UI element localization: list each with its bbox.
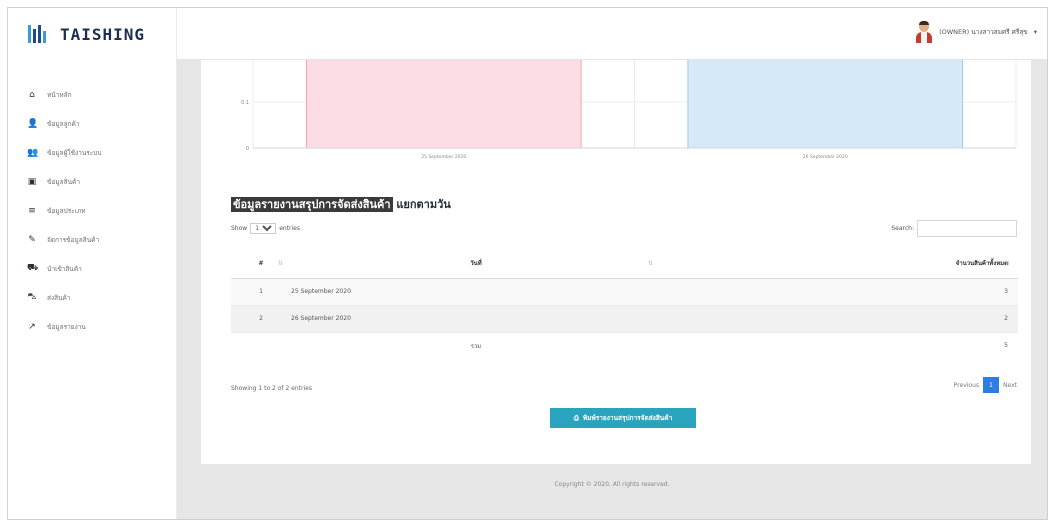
- sidebar-item-label: ส่งสินค้า: [47, 293, 71, 302]
- y-tick-label: 0: [246, 146, 249, 152]
- sidebar-item-products[interactable]: ▣ ข้อมูลสินค้า: [8, 167, 176, 196]
- user-menu[interactable]: (OWNER) นางสาวสมศรี ศรีสุข ▾: [915, 21, 1037, 43]
- row-qty: 2: [661, 304, 1018, 332]
- table-info: Showing 1 to 2 of 2 entries: [231, 385, 312, 392]
- sort-icon: ⇅: [647, 260, 653, 267]
- length-label-before: Show: [231, 225, 248, 232]
- row-number: 1: [231, 277, 291, 305]
- sidebar-item-shipping[interactable]: ⛍ ส่งสินค้า: [8, 283, 176, 312]
- page-1-button[interactable]: 1: [983, 377, 1000, 393]
- page-title: ข้อมูลรายงานสรุปการจัดส่งสินค้า แยกตามวั…: [231, 195, 451, 213]
- entries-length-control: Show 10 entries: [231, 223, 300, 234]
- topbar: (OWNER) นางสาวสมศรี ศรีสุข ▾: [177, 8, 1047, 60]
- entries-select[interactable]: 10: [250, 223, 277, 234]
- sidebar-item-label: ข้อมูลประเภท: [47, 206, 86, 215]
- print-icon: ⎙: [573, 413, 579, 422]
- brand[interactable]: TAISHING: [8, 8, 176, 60]
- page-title-rest: แยกตามวัน: [392, 198, 451, 211]
- column-header-no[interactable]: # ⇅: [231, 249, 291, 279]
- sidebar-item-label: จัดการข้อมูลสินค้า: [47, 235, 100, 244]
- chart-icon: ↗: [28, 321, 36, 332]
- table-header-row: # ⇅ วันที่ ⇅ จำนวนสินค้าทั้งหมด ⇅: [231, 249, 1018, 279]
- row-qty: 3: [661, 277, 1018, 305]
- list-icon: ≡: [28, 205, 36, 216]
- main-content: 0 0.1 25 September 2020 26 September 2020 ข…: [177, 60, 1047, 519]
- row-date: 25 September 2020: [291, 277, 661, 305]
- app-window: TAISHING ⌂ หน้าหลัก 👤 ข้อมูลลูกค้า 👥 ข้อมูล…: [7, 7, 1048, 520]
- copyright-text: Copyright © 2020, All rights reserved.: [554, 480, 670, 488]
- cart-icon: ⛟: [27, 263, 39, 273]
- sidebar: TAISHING ⌂ หน้าหลัก 👤 ข้อมูลลูกค้า 👥 ข้อมูล…: [8, 8, 177, 519]
- column-header-total-qty[interactable]: จำนวนสินค้าทั้งหมด ⇅: [661, 249, 1018, 279]
- summary-table: # ⇅ วันที่ ⇅ จำนวนสินค้าทั้งหมด ⇅ 1 25 Sept…: [231, 249, 1018, 359]
- sort-icon: ⇅: [277, 260, 283, 267]
- next-page-button[interactable]: Next: [1003, 382, 1017, 389]
- sidebar-item-manage-products[interactable]: ✎ จัดการข้อมูลสินค้า: [8, 225, 176, 254]
- sidebar-item-label: หน้าหลัก: [47, 90, 72, 99]
- box-icon: ▣: [27, 176, 37, 187]
- truck-icon: ⛍: [27, 292, 37, 302]
- sidebar-item-label: นำเข้าสินค้า: [47, 264, 82, 273]
- sidebar-item-label: ข้อมูลสินค้า: [47, 177, 81, 186]
- users-icon: 👥: [27, 147, 39, 158]
- chevron-down-icon: ▾: [1033, 28, 1037, 36]
- bar: [305, 60, 582, 149]
- home-icon: ⌂: [29, 89, 35, 100]
- print-report-button[interactable]: ⎙ พิมพ์รายงานสรุปการจัดส่งสินค้า: [550, 408, 696, 428]
- sidebar-item-label: ข้อมูลรายงาน: [47, 322, 86, 331]
- sidebar-item-home[interactable]: ⌂ หน้าหลัก: [8, 80, 176, 109]
- shipping-bar-chart: 0 0.1 25 September 2020 26 September 2020: [241, 60, 1017, 160]
- sidebar-item-label: ข้อมูลลูกค้า: [47, 119, 80, 128]
- pagination: Previous 1 Next: [954, 377, 1017, 393]
- avatar: [915, 21, 933, 43]
- row-date: 26 September 2020: [291, 304, 661, 332]
- search-label: Search:: [891, 225, 914, 232]
- user-icon: 👤: [27, 118, 39, 129]
- column-header-date[interactable]: วันที่ ⇅: [291, 249, 661, 279]
- sidebar-item-system-users[interactable]: 👥 ข้อมูลผู้ใช้งานระบบ: [8, 138, 176, 167]
- sidebar-item-customers[interactable]: 👤 ข้อมูลลูกค้า: [8, 109, 176, 138]
- report-card: 0 0.1 25 September 2020 26 September 2020 ข…: [201, 60, 1031, 464]
- total-label: รวม: [291, 331, 661, 359]
- search-input[interactable]: [917, 220, 1017, 237]
- y-tick-label: 0.1: [241, 100, 249, 106]
- length-label-after: entries: [279, 225, 301, 232]
- brand-name: TAISHING: [60, 24, 146, 44]
- brand-logo-icon: [28, 24, 54, 44]
- table-search: Search:: [891, 220, 1017, 237]
- table-row: 2 26 September 2020 2: [231, 304, 1018, 332]
- sidebar-item-categories[interactable]: ≡ ข้อมูลประเภท: [8, 196, 176, 225]
- x-tick-label: 26 September 2020: [803, 154, 848, 160]
- page-title-highlight: ข้อมูลรายงานสรุปการจัดส่งสินค้า: [231, 197, 393, 212]
- print-report-label: พิมพ์รายงานสรุปการจัดส่งสินค้า: [582, 414, 673, 422]
- sidebar-item-label: ข้อมูลผู้ใช้งานระบบ: [47, 148, 102, 157]
- sidebar-item-import[interactable]: ⛟ นำเข้าสินค้า: [8, 254, 176, 283]
- user-name: (OWNER) นางสาวสมศรี ศรีสุข: [939, 28, 1028, 36]
- table-total-row: รวม 5: [231, 331, 1018, 359]
- sidebar-nav: ⌂ หน้าหลัก 👤 ข้อมูลลูกค้า 👥 ข้อมูลผู้ใช้งาน…: [8, 60, 176, 341]
- total-value: 5: [661, 331, 1018, 359]
- bar: [687, 60, 964, 149]
- footer: Copyright © 2020, All rights reserved.: [177, 449, 1047, 519]
- table-row: 1 25 September 2020 3: [231, 277, 1018, 305]
- x-tick-label: 25 September 2020: [421, 154, 466, 160]
- tag-icon: ✎: [28, 234, 36, 245]
- row-number: 2: [231, 304, 291, 332]
- previous-page-button[interactable]: Previous: [954, 382, 979, 389]
- sidebar-item-reports[interactable]: ↗ ข้อมูลรายงาน: [8, 312, 176, 341]
- sort-icon: ⇅: [1004, 260, 1010, 267]
